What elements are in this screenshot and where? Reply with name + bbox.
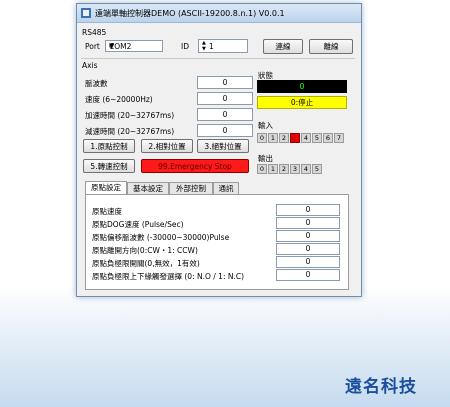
- tab-home-settings[interactable]: 原點設定: [85, 181, 127, 195]
- input-indicators: 0 1 2 3 4 5 6 7: [257, 133, 353, 144]
- output-bit-3: 3: [290, 164, 300, 174]
- output-bit-0: 0: [257, 164, 267, 174]
- home-speed-input[interactable]: 0: [276, 204, 340, 216]
- id-label: ID: [181, 42, 189, 51]
- decel-input[interactable]: 0: [197, 124, 253, 137]
- input-bit-5: 5: [312, 133, 322, 143]
- output-bit-4: 4: [301, 164, 311, 174]
- home-setting-label-speed: 原點速度: [92, 207, 122, 216]
- output-bit-2: 2: [279, 164, 289, 174]
- speed-control-button[interactable]: 5.轉速控制: [83, 159, 135, 173]
- port-label: Port: [85, 42, 100, 51]
- param-label-pulses: 脈波數: [85, 79, 108, 88]
- input-bit-7: 7: [334, 133, 344, 143]
- disconnect-button[interactable]: 離線: [309, 39, 353, 54]
- output-indicators: 0 1 2 3 4 5: [257, 164, 327, 175]
- home-limit-switch-input[interactable]: 0: [276, 256, 340, 268]
- param-label-accel: 加速時間 (20~32767ms): [85, 111, 175, 120]
- inputs-label: 輸入: [258, 121, 273, 130]
- spin-down-icon[interactable]: ▼: [202, 46, 244, 52]
- speed-input[interactable]: 0: [197, 92, 253, 105]
- app-icon: [81, 8, 91, 18]
- param-label-speed: 速度 (6~20000Hz): [85, 95, 153, 104]
- accel-input[interactable]: 0: [197, 108, 253, 121]
- divider: [81, 58, 355, 59]
- chevron-down-icon: ▼: [109, 42, 115, 50]
- home-direction-input[interactable]: 0: [276, 243, 340, 255]
- input-bit-4: 4: [301, 133, 311, 143]
- absolute-position-button[interactable]: 3.絕對位置: [197, 139, 249, 153]
- brand-logo-text: 遠名科技: [345, 377, 417, 397]
- port-select[interactable]: COM2 ▼: [105, 40, 163, 52]
- home-setting-label-offset: 原點偏移脈波數 (-30000~30000)Pulse: [92, 233, 230, 242]
- app-window: 遠端單軸控制器DEMO (ASCII-19200.8.n.1) V0.0.1 R…: [76, 3, 362, 297]
- home-setting-label-limit-switch: 原點負極限開關(0,無效，1有效): [92, 259, 200, 268]
- input-bit-1: 1: [268, 133, 278, 143]
- pulses-input[interactable]: 0: [197, 76, 253, 89]
- input-bit-6: 6: [323, 133, 333, 143]
- input-bit-3: 3: [290, 133, 300, 143]
- rs485-group-label: RS485: [82, 28, 107, 37]
- title-bar: 遠端單軸控制器DEMO (ASCII-19200.8.n.1) V0.0.1: [77, 4, 361, 23]
- home-setting-label-trigger: 原點負極限上下緣觸發選擇 (0: N.O / 1: N.C): [92, 272, 245, 281]
- window-title: 遠端單軸控制器DEMO (ASCII-19200.8.n.1) V0.0.1: [95, 9, 285, 18]
- input-bit-2: 2: [279, 133, 289, 143]
- home-control-button[interactable]: 1.原點控制: [83, 139, 135, 153]
- home-dog-speed-input[interactable]: 0: [276, 217, 340, 229]
- status-text-display: 0:停止: [257, 96, 347, 109]
- output-bit-1: 1: [268, 164, 278, 174]
- connect-button[interactable]: 連線: [263, 39, 303, 54]
- home-setting-label-dog-speed: 原點DOG速度 (Pulse/Sec): [92, 220, 184, 229]
- output-bit-5: 5: [312, 164, 322, 174]
- home-settings-panel: 原點速度 0 原點DOG速度 (Pulse/Sec) 0 原點偏移脈波數 (-3…: [85, 194, 349, 290]
- relative-position-button[interactable]: 2.相對位置: [141, 139, 193, 153]
- outputs-label: 輸出: [258, 154, 273, 163]
- input-bit-0: 0: [257, 133, 267, 143]
- home-offset-input[interactable]: 0: [276, 230, 340, 242]
- id-spinner[interactable]: 1 ▲ ▼: [198, 39, 248, 53]
- param-label-decel: 減速時間 (20~32767ms): [85, 127, 175, 136]
- status-value-display: 0: [257, 80, 347, 93]
- axis-group-label: Axis: [82, 61, 98, 70]
- home-setting-label-direction: 原點離開方向(0:CW・1: CCW): [92, 246, 198, 255]
- emergency-stop-button[interactable]: 99.Emergency Stop: [141, 159, 249, 173]
- home-trigger-input[interactable]: 0: [276, 269, 340, 281]
